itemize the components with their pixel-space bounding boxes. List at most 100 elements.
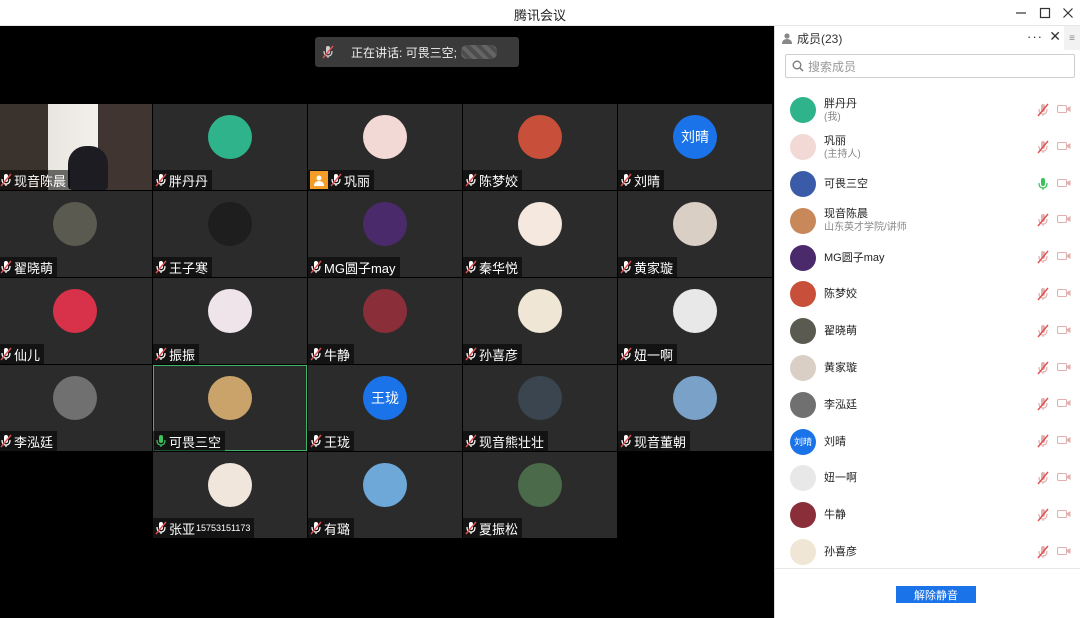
member-row[interactable]: 巩丽 (主持人) — [775, 129, 1080, 166]
mic-muted-icon — [0, 434, 12, 448]
camera-off-icon[interactable] — [1057, 472, 1071, 482]
member-row[interactable]: 孙喜彦 — [775, 534, 1080, 568]
mic-muted-icon[interactable] — [1037, 250, 1049, 264]
member-row[interactable]: 可畏三空 — [775, 166, 1080, 203]
avatar — [790, 134, 816, 161]
mic-muted-icon[interactable] — [1037, 324, 1049, 338]
participant-tile[interactable]: 有璐 — [308, 452, 462, 538]
camera-off-icon[interactable] — [1057, 546, 1071, 556]
mic-muted-icon — [330, 173, 342, 187]
mic-on-icon — [155, 434, 167, 448]
mic-muted-icon[interactable] — [1037, 103, 1049, 117]
participant-tile[interactable]: 巩丽 — [308, 104, 462, 190]
camera-off-icon[interactable] — [1057, 362, 1071, 372]
participant-tile[interactable]: 夏振松 — [463, 452, 617, 538]
mic-muted-icon — [315, 45, 341, 59]
mic-muted-icon — [0, 347, 12, 361]
participant-name: 现音陈晨 — [14, 173, 67, 189]
mic-muted-icon[interactable] — [1037, 361, 1049, 375]
mic-muted-icon — [155, 347, 167, 361]
participant-name: 翟晓萌 — [14, 260, 54, 276]
name-tag: 有璐 — [308, 518, 355, 538]
member-row[interactable]: 现音陈晨 山东英才学院/讲师 — [775, 202, 1080, 239]
avatar — [208, 463, 252, 507]
close-panel-button[interactable]: ✕ — [1049, 28, 1061, 45]
mic-on-icon[interactable] — [1037, 177, 1049, 191]
participant-tile[interactable]: 振振 — [153, 278, 307, 364]
mic-muted-icon[interactable] — [1037, 140, 1049, 154]
participant-tile[interactable]: 秦华悦 — [463, 191, 617, 277]
camera-off-icon[interactable] — [1057, 214, 1071, 224]
participant-tile[interactable]: 李泓廷 — [0, 365, 152, 451]
member-row[interactable]: 李泓廷 — [775, 386, 1080, 423]
mic-muted-icon[interactable] — [1037, 471, 1049, 485]
participant-tile[interactable]: 孙喜彦 — [463, 278, 617, 364]
mic-muted-icon[interactable] — [1037, 213, 1049, 227]
panel-menu-button[interactable]: ≡ — [1064, 26, 1080, 50]
participant-tile[interactable]: 陈梦姣 — [463, 104, 617, 190]
avatar — [790, 170, 816, 197]
participant-name: MG圆子may — [324, 260, 396, 276]
camera-off-icon[interactable] — [1057, 325, 1071, 335]
avatar — [673, 202, 717, 246]
participant-name: 王子寒 — [169, 260, 209, 276]
participant-tile[interactable]: 现音熊壮壮 — [463, 365, 617, 451]
participant-tile[interactable]: 胖丹丹 — [153, 104, 307, 190]
participant-name: 现音董朝 — [634, 434, 687, 450]
search-input[interactable]: 搜索成员 — [785, 54, 1075, 78]
avatar — [790, 318, 816, 345]
avatar — [673, 289, 717, 333]
participant-tile[interactable]: 刘晴 刘晴 — [618, 104, 772, 190]
name-tag: 仙儿 — [0, 344, 45, 364]
avatar — [53, 376, 97, 420]
member-row[interactable]: 陈梦姣 — [775, 276, 1080, 313]
camera-off-icon[interactable] — [1057, 288, 1071, 298]
person-silhouette — [68, 146, 108, 190]
member-info: 翟晓萌 — [824, 324, 857, 338]
avatar — [518, 376, 562, 420]
participant-tile[interactable]: 黄家璇 — [618, 191, 772, 277]
avatar — [53, 202, 97, 246]
participant-tile[interactable]: 仙儿 — [0, 278, 152, 364]
mic-muted-icon[interactable] — [1037, 508, 1049, 522]
participant-tile[interactable]: 王珑 王珑 — [308, 365, 462, 451]
participant-tile[interactable]: 牛静 — [308, 278, 462, 364]
participant-tile[interactable]: 翟晓萌 — [0, 191, 152, 277]
participant-tile[interactable]: 可畏三空 — [153, 365, 307, 451]
member-row[interactable]: 胖丹丹 (我) — [775, 92, 1080, 129]
camera-off-icon[interactable] — [1057, 178, 1071, 188]
participant-tile[interactable]: 张亚 15753151173 — [153, 452, 307, 538]
member-row[interactable]: 牛静 — [775, 497, 1080, 534]
member-row[interactable]: MG圆子may — [775, 239, 1080, 276]
mic-muted-icon[interactable] — [1037, 287, 1049, 301]
participant-tile[interactable]: 王子寒 — [153, 191, 307, 277]
members-panel: 成员(23) ··· ✕ ≡ 搜索成员 胖丹丹 (我) 巩丽 (主持人) 可畏三空 现音陈… — [774, 26, 1080, 618]
camera-off-icon[interactable] — [1057, 398, 1071, 408]
member-name: 巩丽 — [824, 134, 846, 147]
member-row[interactable]: 翟晓萌 — [775, 313, 1080, 350]
participant-tile[interactable]: 妞一啊 — [618, 278, 772, 364]
participant-tile[interactable]: MG圆子may — [308, 191, 462, 277]
member-row[interactable]: 刘晴 刘晴 — [775, 423, 1080, 460]
member-info: 胖丹丹 (我) — [824, 97, 857, 124]
member-row[interactable]: 黄家璇 — [775, 350, 1080, 387]
close-window-button[interactable] — [1053, 0, 1080, 26]
member-row[interactable]: 妞一啊 — [775, 460, 1080, 497]
mic-muted-icon[interactable] — [1037, 545, 1049, 559]
participant-tile[interactable]: 现音董朝 — [618, 365, 772, 451]
camera-off-icon[interactable] — [1057, 141, 1071, 151]
avatar — [518, 463, 562, 507]
camera-off-icon[interactable] — [1057, 251, 1071, 261]
participant-name: 有璐 — [324, 521, 351, 537]
participant-tile[interactable]: 现音陈晨 — [0, 104, 152, 190]
minimize-icon — [1016, 12, 1026, 14]
unmute-all-button[interactable]: 解除静音 — [896, 586, 976, 603]
more-options-button[interactable]: ··· — [1027, 29, 1043, 44]
avatar — [790, 281, 816, 308]
name-tag: 王珑 — [308, 431, 355, 451]
mic-muted-icon[interactable] — [1037, 397, 1049, 411]
camera-off-icon[interactable] — [1057, 104, 1071, 114]
mic-muted-icon[interactable] — [1037, 434, 1049, 448]
camera-off-icon[interactable] — [1057, 435, 1071, 445]
camera-off-icon[interactable] — [1057, 509, 1071, 519]
